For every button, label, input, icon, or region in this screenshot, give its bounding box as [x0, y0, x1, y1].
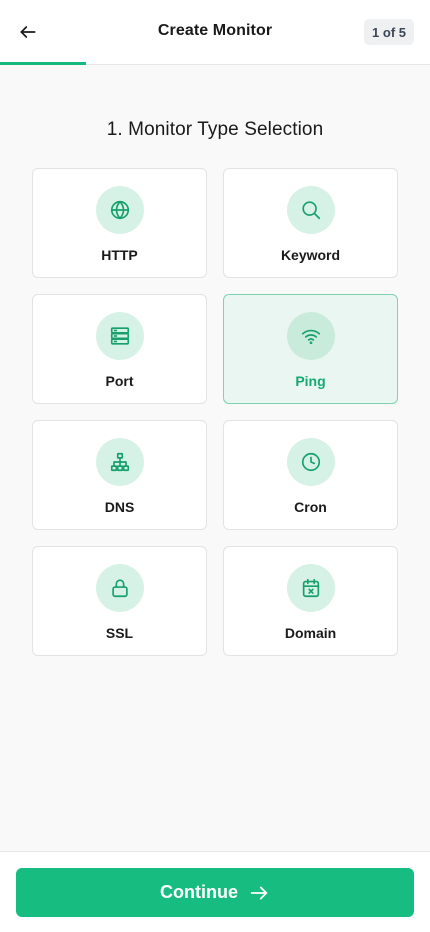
monitor-type-label: Keyword	[280, 247, 341, 263]
monitor-type-ping[interactable]: Ping	[223, 294, 398, 404]
progress-bar	[0, 62, 86, 65]
monitor-type-dns[interactable]: DNS	[32, 420, 207, 530]
arrow-right-icon	[250, 886, 268, 899]
search-icon	[286, 186, 335, 234]
server-icon	[95, 312, 144, 360]
calendar-x-icon	[286, 564, 335, 612]
monitor-type-label: HTTP	[101, 247, 138, 263]
monitor-type-label: Port	[105, 373, 134, 389]
monitor-type-ssl[interactable]: SSL	[32, 546, 207, 656]
continue-label: Continue	[160, 882, 238, 902]
globe-icon	[95, 186, 144, 234]
monitor-type-label: SSL	[105, 625, 134, 641]
monitor-type-domain[interactable]: Domain	[223, 546, 398, 656]
monitor-type-keyword[interactable]: Keyword	[223, 168, 398, 278]
wifi-icon	[286, 312, 335, 360]
network-icon	[95, 438, 144, 486]
monitor-type-label: Domain	[284, 625, 337, 641]
footer: Continue	[0, 851, 430, 932]
monitor-type-label: Cron	[294, 499, 327, 515]
monitor-type-label: Ping	[295, 373, 326, 389]
monitor-type-http[interactable]: HTTP	[32, 168, 207, 278]
lock-icon	[95, 564, 144, 612]
monitor-type-grid: HTTP Keyword Port Ping DNS Cron SSL Doma…	[32, 168, 398, 656]
monitor-type-cron[interactable]: Cron	[223, 420, 398, 530]
clock-icon	[286, 438, 335, 486]
monitor-type-port[interactable]: Port	[32, 294, 207, 404]
section-title: 1. Monitor Type Selection	[106, 119, 324, 140]
continue-button[interactable]: Continue	[16, 868, 414, 917]
step-badge: 1 of 5	[364, 19, 414, 45]
app-header: Create Monitor 1 of 5	[0, 0, 430, 65]
monitor-type-label: DNS	[104, 499, 135, 515]
